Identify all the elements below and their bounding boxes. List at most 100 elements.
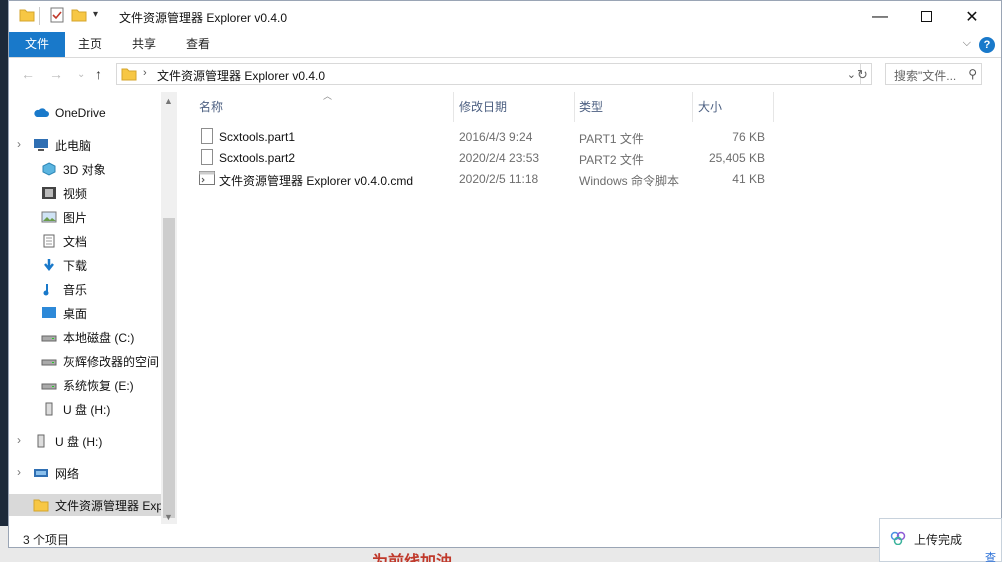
sidebar-item-11[interactable]: 灰辉修改器的空间 (9, 350, 161, 372)
cloud-icon (33, 106, 49, 120)
customize-toolbar-icon[interactable]: ▾ (93, 9, 111, 27)
upload-toast[interactable]: 上传完成 查看 (879, 518, 1002, 562)
expand-chevron-icon[interactable]: › (17, 137, 21, 151)
minimize-button[interactable]: — (857, 1, 903, 32)
search-placeholder: 搜索"文件... (894, 69, 957, 83)
window-title: 文件资源管理器 Explorer v0.4.0 (119, 11, 288, 25)
column-divider[interactable] (692, 92, 693, 122)
file-icon (201, 149, 213, 165)
file-name: 文件资源管理器 Explorer v0.4.0.cmd (219, 174, 414, 188)
navigation-bar: ← → ⌄ ↑ › 文件资源管理器 Explorer v0.4.0 ⌄ ↻ 搜索… (9, 58, 1001, 92)
help-icon[interactable]: ? (979, 37, 995, 53)
title-bar: ▾ 文件资源管理器 Explorer v0.4.0 — ✕ (9, 1, 1001, 32)
forward-arrow-icon[interactable]: → (49, 66, 63, 82)
new-folder-icon[interactable] (71, 7, 89, 25)
tab-share[interactable]: 共享 (123, 32, 165, 57)
file-icon (201, 128, 213, 144)
status-bar: 3 个项目 (9, 531, 309, 549)
upload-complete-icon (890, 531, 906, 546)
sidebar-item-9[interactable]: 桌面 (9, 302, 161, 324)
3d-objects-icon (41, 162, 57, 176)
table-row[interactable]: Scxtools.part1 2016/4/3 9:24 PART1 文件 76… (197, 127, 777, 147)
sidebar-item-label: 音乐 (63, 282, 88, 297)
table-row[interactable]: Scxtools.part2 2020/2/4 23:53 PART2 文件 2… (197, 148, 777, 168)
drive-icon (41, 330, 57, 344)
file-type: Windows 命令脚本 (579, 174, 680, 188)
file-date: 2016/4/3 9:24 (459, 130, 533, 144)
sort-ascending-icon: ︿ (323, 91, 333, 101)
documents-icon (41, 234, 57, 248)
column-header-type[interactable]: 类型 (579, 98, 603, 118)
file-name: Scxtools.part2 (219, 151, 296, 165)
refresh-button[interactable]: ↻ (854, 63, 872, 85)
sidebar-item-14[interactable]: U 盘 (H:) (9, 430, 161, 452)
sidebar-item-8[interactable]: 音乐 (9, 278, 161, 300)
tab-view[interactable]: 查看 (177, 32, 219, 57)
close-button[interactable]: ✕ (949, 1, 995, 32)
sidebar-item-12[interactable]: 系统恢复 (E:) (9, 374, 161, 396)
properties-icon[interactable] (49, 7, 67, 25)
ribbon-collapse-icon[interactable]: ⌵ (963, 37, 971, 50)
file-type: PART1 文件 (579, 132, 644, 146)
expand-chevron-icon[interactable]: › (17, 465, 21, 479)
drive-icon (41, 354, 57, 368)
navigation-pane: OneDrive 此电脑 3D 对象视频图片文档下载音乐桌面 本地磁盘 (C:) 灰辉修… (9, 92, 177, 524)
sidebar-item-15[interactable]: 网络 (9, 462, 161, 484)
sidebar-item-5[interactable]: 图片 (9, 206, 161, 228)
recent-locations-icon[interactable]: ⌄ (77, 69, 85, 80)
column-divider[interactable] (574, 92, 575, 122)
sidebar-item-1[interactable]: OneDrive (9, 102, 161, 124)
desktop-background (0, 0, 8, 562)
drive-icon (41, 378, 57, 392)
sidebar-item-label: 视频 (63, 186, 88, 201)
close-icon: ✕ (965, 8, 979, 26)
sidebar-item-4[interactable]: 视频 (9, 182, 161, 204)
sidebar-item-3[interactable]: 3D 对象 (9, 158, 161, 180)
table-row[interactable]: 文件资源管理器 Explorer v0.4.0.cmd 2020/2/5 11:… (197, 169, 777, 189)
sidebar-item-10[interactable]: 本地磁盘 (C:) (9, 326, 161, 348)
sidebar-item-13[interactable]: U 盘 (H:) (9, 398, 161, 420)
expand-chevron-icon[interactable]: › (17, 433, 21, 447)
column-divider[interactable] (773, 92, 774, 122)
scrollbar-thumb[interactable] (163, 218, 175, 518)
usb-icon (33, 434, 49, 448)
column-header-size[interactable]: 大小 (698, 98, 722, 118)
column-divider[interactable] (453, 92, 454, 122)
back-arrow-icon[interactable]: ← (21, 66, 35, 82)
tab-file[interactable]: 文件 (9, 32, 65, 57)
sidebar-scrollbar[interactable]: ▲ ▼ (161, 92, 177, 524)
sidebar-item-label: 下载 (63, 258, 88, 273)
sidebar-item-16[interactable]: 文件资源管理器 Exp (9, 494, 161, 516)
sidebar-item-label: 图片 (63, 210, 88, 225)
file-size: 41 KB (732, 172, 765, 186)
sidebar-item-7[interactable]: 下载 (9, 254, 161, 276)
file-name: Scxtools.part1 (219, 130, 296, 144)
breadcrumb-chevron-icon[interactable]: › (143, 67, 147, 79)
divider (39, 7, 40, 25)
column-header-name[interactable]: 名称 (199, 98, 223, 118)
scroll-up-icon[interactable]: ▲ (164, 96, 173, 106)
sidebar-item-2[interactable]: 此电脑 (9, 134, 161, 156)
sidebar-item-6[interactable]: 文档 (9, 230, 161, 252)
address-bar[interactable]: › 文件资源管理器 Explorer v0.4.0 ⌄ (116, 63, 861, 85)
search-input[interactable]: 搜索"文件... ⚲ (885, 63, 982, 85)
sidebar-item-label: U 盘 (H:) (55, 434, 103, 449)
cmd-script-icon (199, 171, 215, 188)
sidebar-item-label: 3D 对象 (63, 162, 106, 177)
toast-message: 上传完成 (914, 533, 963, 547)
scroll-down-icon[interactable]: ▼ (164, 512, 173, 522)
address-path: 文件资源管理器 Explorer v0.4.0 (157, 69, 326, 83)
ribbon-tabs: 文件 主页 共享 查看 ⌵ ? (9, 32, 1001, 58)
background-red-text: 为前线加油 (372, 548, 452, 562)
sidebar-item-label: OneDrive (55, 106, 106, 120)
pictures-icon (41, 210, 57, 224)
sidebar-item-label: 文件资源管理器 Exp (55, 498, 161, 513)
up-arrow-icon[interactable]: ↑ (95, 66, 102, 82)
column-header-date[interactable]: 修改日期 (459, 98, 507, 118)
tab-home[interactable]: 主页 (69, 32, 111, 57)
minimize-icon: — (872, 7, 888, 25)
maximize-button[interactable] (903, 1, 949, 32)
file-date: 2020/2/4 23:53 (459, 151, 540, 165)
item-count: 3 个项目 (23, 533, 70, 547)
toast-view-link[interactable]: 查看 (985, 549, 1001, 562)
